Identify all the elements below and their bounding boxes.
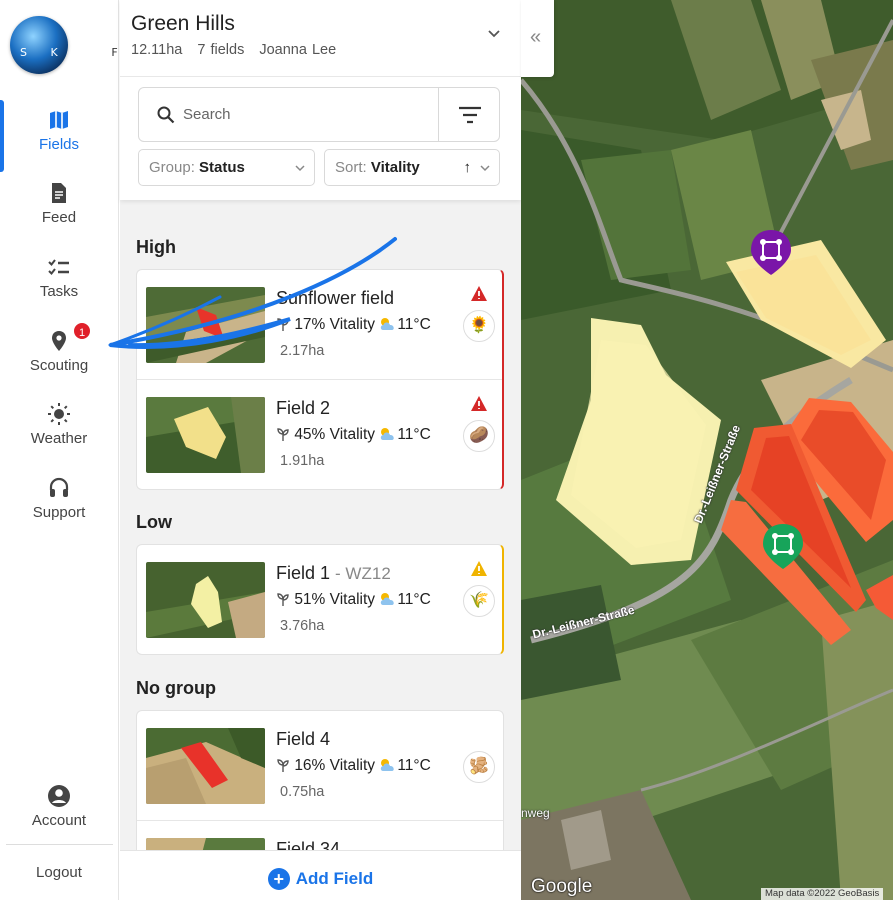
nav-label-support: Support	[32, 504, 86, 521]
group-label-low: Low	[136, 512, 172, 532]
sprout-icon	[277, 759, 289, 772]
field-stats: 51% Vitality 11°C	[276, 591, 431, 609]
field-area: 1.91ha	[280, 453, 325, 469]
field-name: Field 1 - WZ12	[276, 563, 391, 583]
scouting-badge: 1	[72, 321, 92, 341]
field-card[interactable]: Field 4 16% Vitality 11°C 0.75ha 🫚	[137, 711, 503, 821]
nav-item-support[interactable]: Support	[0, 476, 118, 546]
group-label-no-group: No group	[136, 678, 216, 698]
beet-icon: 🫚	[463, 751, 495, 783]
group-low-cards: Field 1 - WZ12 51% Vitality 11°C 3.76ha …	[136, 544, 504, 655]
logout-link[interactable]: Logout	[0, 864, 118, 881]
nav-label-feed: Feed	[41, 209, 77, 226]
panel-header: Green Hills 12.11ha 7 fields Joanna Lee …	[120, 0, 521, 200]
sort-select-value: Vitality	[370, 159, 420, 176]
annotation-arrow	[108, 237, 397, 349]
wheat-icon: 🌾	[463, 585, 495, 617]
vitality-value: 16% Vitality	[294, 757, 376, 774]
add-field-label: Add Field	[295, 869, 374, 888]
field-stats: 16% Vitality 11°C	[276, 757, 431, 775]
map-icon	[50, 111, 68, 129]
nav-label-weather: Weather	[30, 430, 88, 447]
group-select[interactable]: Group: Status	[138, 149, 315, 186]
potato-icon: 🥔	[463, 420, 495, 452]
partly-cloudy-icon	[381, 428, 395, 440]
sort-direction-arrow[interactable]: ↑	[464, 150, 472, 185]
left-navigation: S K Y F L D Fields Feed Tasks 1 Scouting…	[0, 0, 179, 900]
field-name: Field 4	[276, 729, 331, 749]
pin-icon	[52, 331, 66, 351]
place-label: nweg	[521, 806, 550, 820]
sprout-icon	[277, 428, 289, 441]
collapse-panel-button[interactable]: «	[521, 0, 554, 77]
field-thumbnail	[146, 562, 265, 638]
group-select-prefix: Group:	[149, 159, 195, 176]
field-area: 0.75ha	[280, 784, 325, 800]
nav-divider	[6, 844, 113, 845]
map-attribution[interactable]: Map data ©2022 GeoBasis	[761, 888, 884, 900]
nav-item-fields[interactable]: Fields	[0, 100, 118, 178]
field-card[interactable]: Field 1 - WZ12 51% Vitality 11°C 3.76ha …	[137, 545, 502, 654]
partly-cloudy-icon	[381, 759, 395, 771]
filter-button[interactable]	[438, 88, 500, 141]
temperature-value: 11°C	[397, 591, 431, 608]
nav-label-account: Account	[31, 812, 87, 829]
temperature-value: 11°C	[397, 757, 431, 774]
search-input[interactable]	[183, 88, 433, 141]
skyfld-logo[interactable]: S K Y F L D	[10, 16, 179, 76]
vitality-value: 51% Vitality	[294, 591, 376, 608]
farm-field-count: 7 fields	[197, 42, 245, 58]
field-thumbnail	[146, 397, 265, 473]
farm-area: 12.11ha	[131, 42, 183, 58]
google-logo: Google	[531, 876, 593, 897]
fields-panel: High Sunflower field 17% Vitality 11°C 2…	[120, 0, 521, 900]
field-stats: 45% Vitality 11°C	[276, 426, 431, 444]
plus-icon: +	[267, 868, 290, 890]
search-box	[138, 87, 500, 142]
field-name: Field 2	[276, 398, 331, 418]
farm-meta: 12.11ha 7 fields Joanna Lee	[131, 42, 346, 58]
satellite-map[interactable]: Dr.-Leißner-Straße Dr.-Leißner-Straße nw…	[521, 0, 893, 900]
field-card[interactable]: Field 2 45% Vitality 11°C 1.91ha 🥔	[137, 380, 502, 489]
sort-select[interactable]: Sort: Vitality ↑	[324, 149, 500, 186]
filter-icon	[459, 106, 481, 124]
group-select-value: Status	[199, 159, 245, 176]
add-field-button[interactable]: + Add Field	[120, 850, 521, 900]
headset-icon	[49, 477, 69, 497]
vitality-value: 45% Vitality	[294, 426, 376, 443]
warning-icon	[471, 396, 487, 411]
warning-icon	[471, 561, 487, 576]
account-icon	[48, 785, 70, 807]
field-area: 3.76ha	[280, 618, 325, 634]
chevron-down-icon[interactable]	[486, 26, 502, 42]
map-imagery	[521, 0, 893, 900]
sun-icon	[48, 403, 70, 425]
double-chevron-left-icon: «	[530, 26, 542, 48]
sprout-icon	[277, 593, 289, 606]
partly-cloudy-icon	[381, 593, 395, 605]
chevron-down-icon	[480, 165, 490, 172]
nav-item-weather[interactable]: Weather	[0, 402, 118, 472]
nav-label-fields: Fields	[38, 136, 79, 153]
nav-label-tasks: Tasks	[39, 283, 79, 300]
header-divider	[120, 76, 521, 77]
temperature-value: 11°C	[397, 426, 431, 443]
logo-globe	[10, 16, 68, 74]
farm-owner: Joanna Lee	[259, 42, 337, 58]
sunflower-icon: 🌻	[463, 310, 495, 342]
document-icon	[52, 183, 66, 203]
field-thumbnail	[146, 728, 265, 804]
warning-icon	[471, 286, 487, 301]
checklist-icon	[48, 259, 69, 276]
chevron-down-icon	[295, 165, 305, 172]
sort-select-prefix: Sort:	[335, 159, 367, 176]
search-icon	[157, 106, 175, 124]
farm-title[interactable]: Green Hills	[131, 12, 235, 36]
nav-label-scouting: Scouting	[29, 357, 89, 374]
